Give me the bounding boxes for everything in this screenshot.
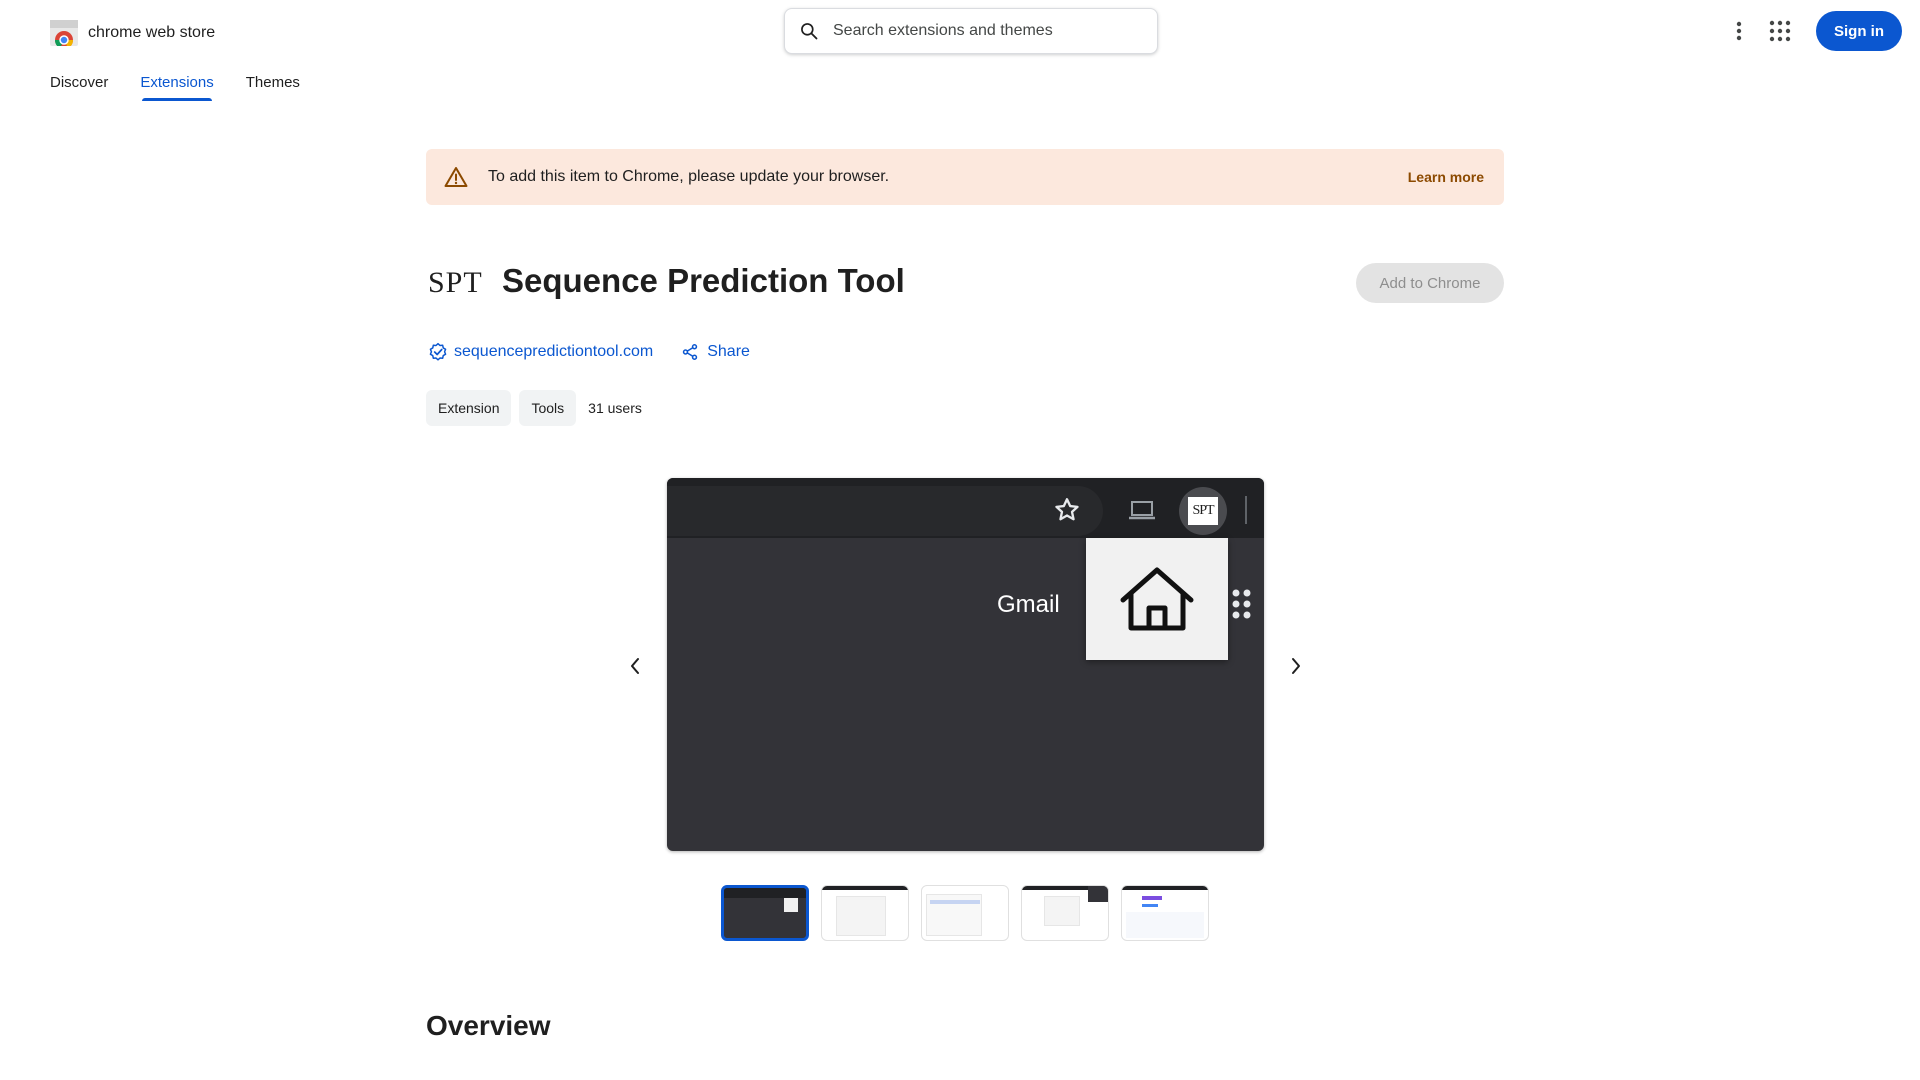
extension-title: Sequence Prediction Tool [502,262,905,299]
update-browser-banner: To add this item to Chrome, please updat… [426,149,1504,205]
screenshot-slide: SPT Gmail [667,478,1264,851]
chevron-left-icon [631,658,639,674]
extension-logo: SPT [428,266,483,299]
verified-badge-icon [429,342,447,361]
thumbnail-5[interactable] [1121,885,1209,941]
overview-heading: Overview [426,1010,551,1041]
tag-chips: Extension Tools 31 users [426,390,642,426]
extension-meta: sequencepredictiontool.com Share [428,342,750,362]
learn-more-link[interactable]: Learn more [1408,169,1484,185]
thumbnail-3[interactable] [921,885,1009,941]
tab-discover[interactable]: Discover [50,74,108,101]
slide-extension-button: SPT [1179,487,1227,535]
store-logo[interactable]: chrome web store [50,20,215,46]
search-box[interactable] [784,8,1158,54]
chrome-web-store-icon [50,20,78,46]
thumbnail-2[interactable] [821,885,909,941]
slide-apps-icon [1232,589,1251,619]
thumbnail-strip [721,885,1209,941]
category-nav: Discover Extensions Themes [50,74,300,101]
chevron-right-icon [1292,658,1300,674]
google-apps-icon[interactable] [1768,19,1792,43]
tab-themes[interactable]: Themes [246,74,300,101]
website-link[interactable]: sequencepredictiontool.com [428,342,653,362]
tab-extensions[interactable]: Extensions [140,74,214,101]
carousel-prev-button[interactable] [622,652,648,680]
slide-divider [1245,496,1247,524]
slide-omnibox [667,486,1103,536]
user-count: 31 users [588,400,642,416]
store-name: chrome web store [88,24,216,41]
chip-tools[interactable]: Tools [519,390,577,426]
share-icon [683,344,698,360]
slide-extension-logo: SPT [1188,497,1218,525]
carousel-next-button[interactable] [1283,652,1309,680]
search-icon [801,23,818,40]
more-options-icon[interactable] [1726,16,1752,46]
website-text: sequencepredictiontool.com [454,343,654,360]
banner-message: To add this item to Chrome, please updat… [488,168,890,185]
search-input[interactable] [833,22,1133,40]
bookmark-star-icon [1055,498,1079,521]
share-label: Share [707,343,750,360]
slide-gmail-label: Gmail [997,591,1060,618]
share-button[interactable]: Share [681,343,750,361]
sign-in-button[interactable]: Sign in [1816,11,1902,51]
thumbnail-1[interactable] [721,885,809,941]
chip-extension[interactable]: Extension [426,390,512,426]
slide-popup [1086,538,1228,660]
laptop-icon [1129,501,1155,520]
warning-icon [444,167,468,187]
home-icon [1120,567,1194,631]
add-to-chrome-button[interactable]: Add to Chrome [1356,263,1504,303]
page: chrome web store Sign in Discover Extens… [0,0,1920,1080]
thumbnail-4[interactable] [1021,885,1109,941]
